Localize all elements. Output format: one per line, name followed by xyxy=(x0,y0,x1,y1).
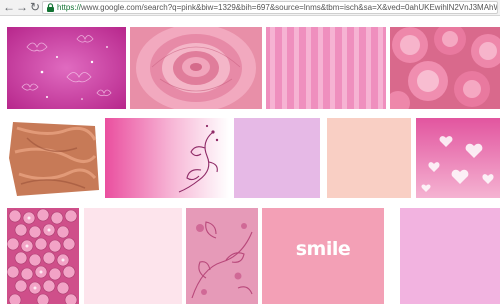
smile-card: smile xyxy=(262,208,384,304)
image-result-pink-hearts[interactable] xyxy=(416,118,500,198)
address-bar[interactable]: https://www.google.com/search?q=pink&biw… xyxy=(42,1,498,14)
image-result-light-orchid[interactable] xyxy=(389,208,500,304)
tile-gap xyxy=(389,208,400,304)
image-result-floral-swirl[interactable] xyxy=(186,208,258,304)
peach-swatch xyxy=(327,118,411,198)
reload-icon[interactable]: ↻ xyxy=(29,1,41,14)
image-result-pink-cupcakes[interactable] xyxy=(390,27,500,109)
url-scheme: https:// xyxy=(57,3,82,12)
url-text: https://www.google.com/search?q=pink&biw… xyxy=(57,2,498,13)
lavender-swatch xyxy=(234,118,320,198)
pink-hearts-image xyxy=(416,118,500,198)
peach-marble-image xyxy=(7,118,101,198)
image-result-pink-swirl-gradient[interactable] xyxy=(105,118,229,198)
image-result-pink-rose[interactable] xyxy=(130,27,262,109)
floral-swirl-image xyxy=(186,208,258,304)
image-result-smile-card[interactable]: smile xyxy=(262,208,384,304)
image-result-pink-stripes[interactable] xyxy=(266,27,386,109)
image-result-peach-marble[interactable] xyxy=(7,118,101,198)
lock-icon xyxy=(47,3,54,12)
pink-cupcakes-image xyxy=(390,27,500,109)
pink-rose-image xyxy=(130,27,262,109)
light-orchid-swatch xyxy=(400,208,500,304)
pale-pink-swatch xyxy=(84,208,182,304)
browser-toolbar: ← → ↻ https://www.google.com/search?q=pi… xyxy=(0,0,500,16)
image-result-lavender-solid[interactable] xyxy=(234,118,320,198)
image-result-peach-solid[interactable] xyxy=(327,118,411,198)
back-icon[interactable]: ← xyxy=(3,1,15,14)
butterfly-pattern-image xyxy=(7,27,126,109)
pink-stripes-image xyxy=(266,27,386,109)
url-host: www.google.com xyxy=(81,3,142,12)
image-result-butterfly-pattern[interactable] xyxy=(7,27,126,109)
smile-text: smile xyxy=(295,238,351,260)
image-results-grid: smile xyxy=(0,16,500,304)
forward-icon[interactable]: → xyxy=(16,1,28,14)
pink-swirl-gradient-image xyxy=(105,118,229,198)
pink-sequins-image xyxy=(7,208,79,304)
image-result-pink-sequins[interactable] xyxy=(7,208,79,304)
image-result-pale-pink-solid[interactable] xyxy=(84,208,182,304)
url-path: /search?q=pink&biw=1329&bih=697&source=l… xyxy=(141,3,498,12)
